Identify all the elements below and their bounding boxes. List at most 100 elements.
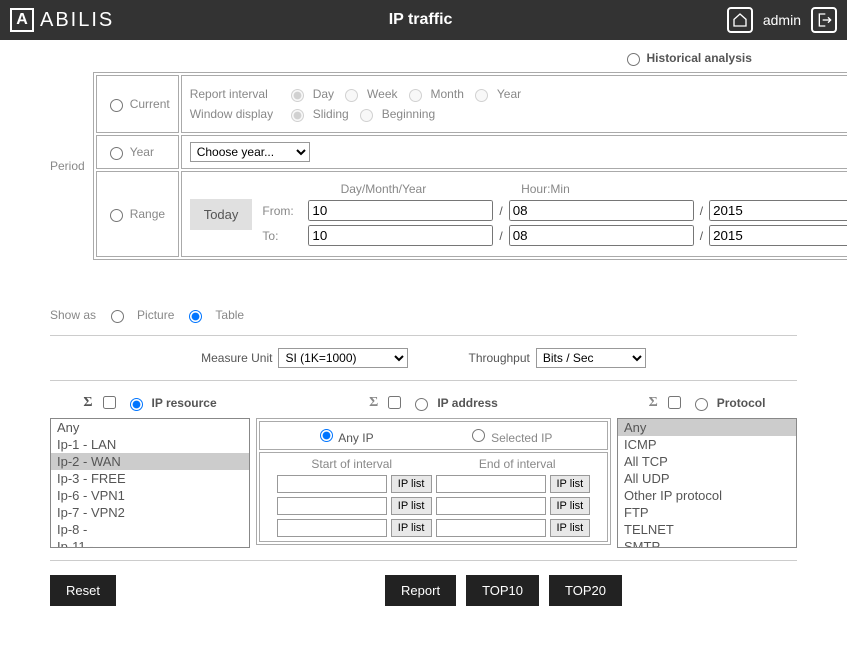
- sum-resource-checkbox[interactable]: [103, 396, 116, 409]
- from-month[interactable]: [509, 200, 694, 221]
- sigma-icon-3: Σ: [649, 395, 658, 411]
- list-item[interactable]: ICMP: [618, 436, 796, 453]
- iplist-btn-e2[interactable]: IP list: [550, 497, 591, 515]
- start-ip-3[interactable]: [277, 519, 387, 537]
- end-interval-label: End of interval: [479, 457, 556, 471]
- measure-unit-label: Measure Unit: [201, 351, 272, 365]
- list-item[interactable]: TELNET: [618, 521, 796, 538]
- logout-icon[interactable]: [811, 7, 837, 33]
- any-ip-label: Any IP: [338, 431, 373, 445]
- start-ip-1[interactable]: [277, 475, 387, 493]
- iplist-btn-s2[interactable]: IP list: [391, 497, 432, 515]
- iplist-btn-e3[interactable]: IP list: [550, 519, 591, 537]
- to-label: To:: [262, 229, 302, 243]
- logo-mark: A: [10, 8, 34, 32]
- ip-address-radio[interactable]: [415, 398, 428, 411]
- from-day[interactable]: [308, 200, 493, 221]
- throughput-select[interactable]: Bits / Sec: [536, 348, 646, 368]
- home-icon[interactable]: [727, 7, 753, 33]
- list-item[interactable]: Ip-8 -: [51, 521, 249, 538]
- throughput-label: Throughput: [468, 351, 529, 365]
- list-item[interactable]: Ip-6 - VPN1: [51, 487, 249, 504]
- ip-resource-radio[interactable]: [130, 398, 143, 411]
- selected-ip-label: Selected IP: [491, 431, 552, 445]
- ip-resource-list[interactable]: AnyIp-1 - LANIp-2 - WANIp-3 - FREEIp-6 -…: [50, 418, 250, 548]
- protocol-label: Protocol: [717, 396, 766, 410]
- year-radio-opt[interactable]: [475, 89, 488, 102]
- list-item[interactable]: Ip-3 - FREE: [51, 470, 249, 487]
- end-ip-2[interactable]: [436, 497, 546, 515]
- table-radio[interactable]: [189, 310, 202, 323]
- period-label: Period: [50, 159, 85, 173]
- to-month[interactable]: [509, 225, 694, 246]
- from-year[interactable]: [709, 200, 847, 221]
- hm-label: Hour:Min: [500, 182, 590, 196]
- list-item[interactable]: Ip-7 - VPN2: [51, 504, 249, 521]
- list-item[interactable]: Any: [51, 419, 249, 436]
- list-item[interactable]: Any: [618, 419, 796, 436]
- measure-unit-select[interactable]: SI (1K=1000): [278, 348, 408, 368]
- page-title: IP traffic: [114, 11, 727, 29]
- list-item[interactable]: FTP: [618, 504, 796, 521]
- top20-button[interactable]: TOP20: [549, 575, 622, 606]
- user-label: admin: [763, 12, 801, 28]
- ip-resource-label: IP resource: [152, 396, 217, 410]
- year-label: Year: [130, 145, 154, 159]
- sum-protocol-checkbox[interactable]: [668, 396, 681, 409]
- week-label: Week: [367, 87, 397, 101]
- from-label: From:: [262, 204, 302, 218]
- today-button[interactable]: Today: [190, 199, 253, 230]
- logo-text: ABILIS: [40, 9, 114, 32]
- logo: A ABILIS: [10, 8, 114, 32]
- sliding-label: Sliding: [313, 107, 349, 121]
- end-ip-3[interactable]: [436, 519, 546, 537]
- sigma-icon-2: Σ: [369, 395, 378, 411]
- current-radio[interactable]: [110, 99, 123, 112]
- beginning-radio[interactable]: [360, 109, 373, 122]
- day-label: Day: [313, 87, 334, 101]
- list-item[interactable]: All UDP: [618, 470, 796, 487]
- window-display-label: Window display: [190, 107, 280, 121]
- end-ip-1[interactable]: [436, 475, 546, 493]
- list-item[interactable]: All TCP: [618, 453, 796, 470]
- week-radio[interactable]: [345, 89, 358, 102]
- table-label: Table: [215, 308, 244, 322]
- current-label: Current: [130, 97, 170, 111]
- list-item[interactable]: Other IP protocol: [618, 487, 796, 504]
- any-ip-radio[interactable]: [320, 429, 333, 442]
- reset-button[interactable]: Reset: [50, 575, 116, 606]
- sliding-radio[interactable]: [291, 109, 304, 122]
- start-ip-2[interactable]: [277, 497, 387, 515]
- sum-address-checkbox[interactable]: [388, 396, 401, 409]
- protocol-radio[interactable]: [695, 398, 708, 411]
- list-item[interactable]: Ip-2 - WAN: [51, 453, 249, 470]
- to-day[interactable]: [308, 225, 493, 246]
- iplist-btn-s3[interactable]: IP list: [391, 519, 432, 537]
- day-radio[interactable]: [291, 89, 304, 102]
- report-button[interactable]: Report: [385, 575, 456, 606]
- selected-ip-radio[interactable]: [472, 429, 485, 442]
- range-radio[interactable]: [110, 209, 123, 222]
- list-item[interactable]: SMTP: [618, 538, 796, 548]
- iplist-btn-e1[interactable]: IP list: [550, 475, 591, 493]
- beginning-label: Beginning: [382, 107, 435, 121]
- list-item[interactable]: Ip-11 -: [51, 538, 249, 548]
- ip-address-label: IP address: [437, 396, 497, 410]
- list-item[interactable]: Ip-1 - LAN: [51, 436, 249, 453]
- year-radio[interactable]: [110, 147, 123, 160]
- start-interval-label: Start of interval: [311, 457, 392, 471]
- showas-label: Show as: [50, 308, 96, 322]
- historical-radio[interactable]: [627, 53, 640, 66]
- to-year[interactable]: [709, 225, 847, 246]
- month-radio[interactable]: [409, 89, 422, 102]
- month-label: Month: [431, 87, 464, 101]
- iplist-btn-s1[interactable]: IP list: [391, 475, 432, 493]
- sigma-icon: Σ: [83, 395, 92, 411]
- picture-label: Picture: [137, 308, 174, 322]
- protocol-list[interactable]: AnyICMPAll TCPAll UDPOther IP protocolFT…: [617, 418, 797, 548]
- top10-button[interactable]: TOP10: [466, 575, 539, 606]
- dmy-label: Day/Month/Year: [308, 182, 458, 196]
- choose-year-select[interactable]: Choose year...: [190, 142, 310, 162]
- picture-radio[interactable]: [111, 310, 124, 323]
- year-opt-label: Year: [497, 87, 521, 101]
